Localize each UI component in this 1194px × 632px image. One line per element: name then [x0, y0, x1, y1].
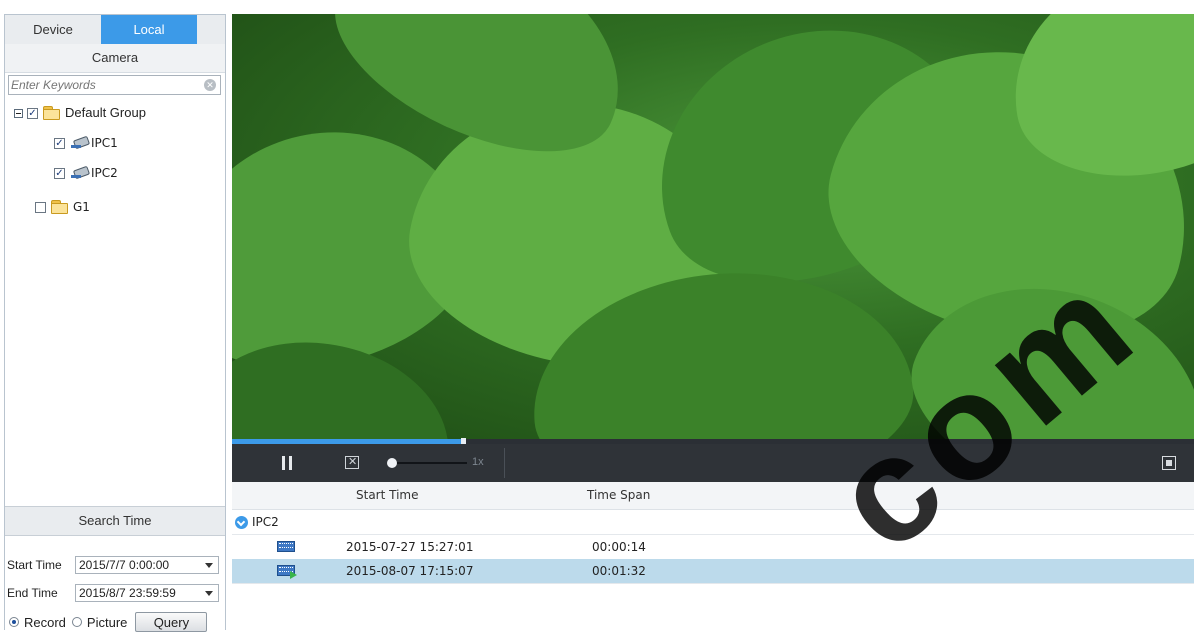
- tree-label-g1: G1: [73, 200, 90, 214]
- video-clip-icon: [277, 541, 295, 552]
- record-table: Start Time Time Span IPC2 2015-07-27 15:…: [232, 482, 1194, 630]
- dropdown-arrow-icon[interactable]: [205, 563, 213, 568]
- tree-item-ipc1[interactable]: ✓ IPC1: [54, 133, 118, 153]
- play-icon: [290, 571, 297, 579]
- table-header: Start Time Time Span: [232, 482, 1194, 510]
- speed-slider-knob[interactable]: [387, 458, 397, 468]
- tree-label-default-group: Default Group: [65, 105, 146, 120]
- camera-icon: [70, 135, 91, 150]
- default-group-checkbox[interactable]: ✓: [27, 107, 38, 119]
- start-time-label: Start Time: [7, 558, 62, 572]
- camera-header: Camera: [5, 44, 225, 73]
- mode-radio-group: Record Picture Query: [9, 612, 208, 632]
- folder-icon: [51, 200, 69, 214]
- speed-label: 1x: [472, 456, 484, 468]
- stop-icon[interactable]: ✕: [345, 456, 361, 470]
- search-input[interactable]: [11, 77, 199, 93]
- record-group-row[interactable]: IPC2: [232, 510, 1194, 535]
- start-time-value: 2015/7/7 0:00:00: [79, 558, 170, 572]
- record-start: 2015-07-27 15:27:01: [346, 540, 474, 554]
- query-button[interactable]: Query: [135, 612, 208, 632]
- g1-checkbox[interactable]: [35, 201, 46, 213]
- search-time-header: Search Time: [5, 506, 225, 536]
- player-controls: ✕ 1x: [232, 444, 1194, 482]
- divider: [504, 448, 505, 478]
- ipc2-checkbox[interactable]: ✓: [54, 167, 65, 179]
- tree-label-ipc1: IPC1: [91, 136, 118, 150]
- end-time-value: 2015/8/7 23:59:59: [79, 586, 176, 600]
- record-span: 00:01:32: [592, 564, 646, 578]
- picture-radio[interactable]: [71, 617, 82, 627]
- column-time-span: Time Span: [587, 488, 651, 502]
- video-display[interactable]: [232, 14, 1194, 439]
- tab-bar: Device Local: [5, 15, 225, 44]
- tree-label-ipc2: IPC2: [91, 166, 118, 180]
- record-start: 2015-08-07 17:15:07: [346, 564, 474, 578]
- end-time-row: End Time 2015/8/7 23:59:59: [7, 583, 219, 603]
- tab-device[interactable]: Device: [5, 15, 101, 44]
- end-time-select[interactable]: 2015/8/7 23:59:59: [75, 584, 219, 602]
- record-group-label: IPC2: [252, 515, 279, 529]
- folder-icon: [43, 106, 61, 120]
- fullscreen-icon[interactable]: [1162, 456, 1176, 470]
- chevron-down-icon[interactable]: [235, 515, 248, 529]
- search-box: ✕: [8, 75, 221, 95]
- record-span: 00:00:14: [592, 540, 646, 554]
- tab-local[interactable]: Local: [101, 15, 197, 44]
- record-radio-label[interactable]: Record: [24, 615, 66, 630]
- record-radio[interactable]: [9, 617, 19, 627]
- tree-item-g1[interactable]: G1: [35, 197, 90, 217]
- camera-icon: [70, 165, 91, 180]
- pause-button[interactable]: [280, 456, 294, 470]
- speed-slider[interactable]: [387, 457, 472, 469]
- left-panel: Device Local Camera ✕ ✓ Default Group ✓ …: [4, 14, 226, 632]
- start-time-row: Start Time 2015/7/7 0:00:00: [7, 555, 219, 575]
- table-row[interactable]: 2015-07-27 15:27:01 00:00:14: [232, 535, 1194, 560]
- table-row[interactable]: 2015-08-07 17:15:07 00:01:32: [232, 559, 1194, 584]
- dropdown-arrow-icon[interactable]: [205, 591, 213, 596]
- picture-radio-label[interactable]: Picture: [87, 615, 127, 630]
- tree-item-ipc2[interactable]: ✓ IPC2: [54, 163, 118, 183]
- start-time-select[interactable]: 2015/7/7 0:00:00: [75, 556, 219, 574]
- collapse-icon[interactable]: [14, 108, 23, 118]
- tree-item-default-group[interactable]: ✓ Default Group: [14, 103, 146, 123]
- end-time-label: End Time: [7, 586, 58, 600]
- ipc1-checkbox[interactable]: ✓: [54, 137, 65, 149]
- clear-search-icon[interactable]: ✕: [204, 79, 216, 91]
- column-start-time: Start Time: [356, 488, 419, 502]
